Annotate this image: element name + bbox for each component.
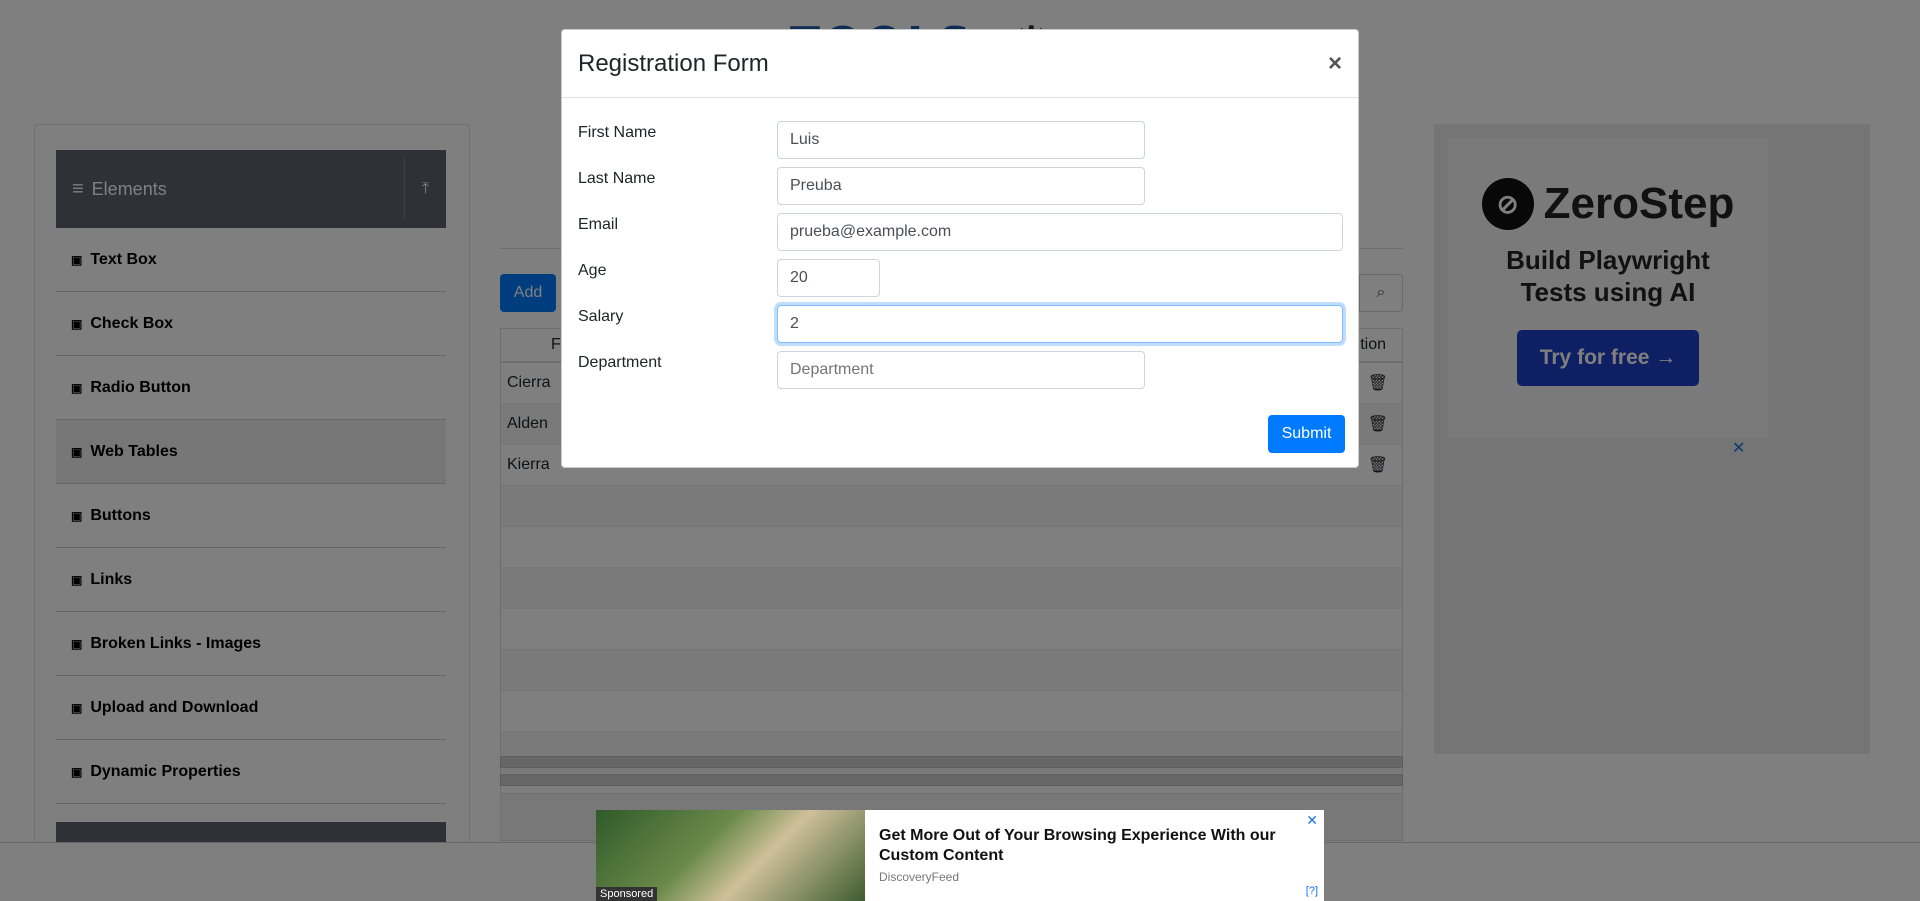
- first-name-row: First Name: [578, 121, 1145, 159]
- ad-choices-icon[interactable]: [?]: [1306, 885, 1318, 897]
- submit-button[interactable]: Submit: [1268, 415, 1345, 453]
- last-name-input[interactable]: [777, 167, 1145, 205]
- email-input[interactable]: [777, 213, 1343, 251]
- salary-input[interactable]: [777, 305, 1343, 343]
- department-input[interactable]: [777, 351, 1145, 389]
- ad-text[interactable]: Get More Out of Your Browsing Experience…: [865, 810, 1324, 901]
- first-name-label: First Name: [578, 124, 657, 141]
- email-label: Email: [578, 216, 619, 233]
- last-name-label: Last Name: [578, 170, 656, 187]
- ad-source: DiscoveryFeed: [879, 870, 960, 884]
- modal-header: Registration Form ×: [562, 30, 1358, 98]
- ad-image[interactable]: Sponsored: [596, 810, 865, 901]
- age-label: Age: [578, 262, 607, 279]
- close-icon[interactable]: ✕: [1306, 812, 1318, 829]
- bottom-ad[interactable]: Sponsored Get More Out of Your Browsing …: [596, 810, 1324, 901]
- age-input[interactable]: [777, 259, 880, 297]
- age-row: Age: [578, 259, 880, 297]
- email-row: Email: [578, 213, 1343, 251]
- salary-label: Salary: [578, 308, 624, 325]
- first-name-input[interactable]: [777, 121, 1145, 159]
- sponsored-tag: Sponsored: [596, 887, 658, 901]
- ad-title[interactable]: Get More Out of Your Browsing Experience…: [879, 826, 1310, 866]
- last-name-row: Last Name: [578, 167, 1145, 205]
- department-row: Department: [578, 351, 1145, 389]
- department-label: Department: [578, 354, 662, 371]
- salary-row: Salary: [578, 305, 1343, 343]
- close-icon[interactable]: ×: [1328, 51, 1342, 76]
- registration-modal: Registration Form × First Name Last Name…: [561, 29, 1359, 468]
- modal-title: Registration Form: [578, 49, 769, 77]
